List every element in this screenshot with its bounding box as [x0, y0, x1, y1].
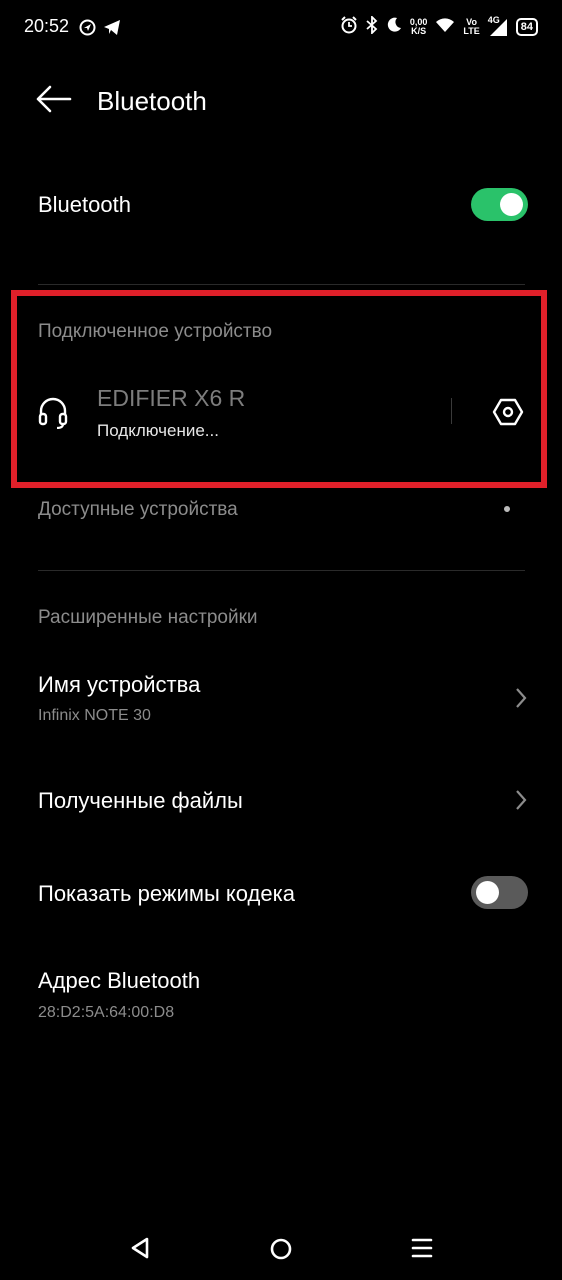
divider — [38, 570, 525, 571]
advanced-section-title: Расширенные настройки — [38, 607, 258, 628]
bluetooth-address-value: 28:D2:5A:64:00:D8 — [38, 1004, 175, 1021]
status-time: 20:52 — [24, 16, 70, 36]
menu-icon — [411, 1238, 433, 1258]
scanning-indicator — [504, 506, 510, 512]
received-files-title: Полученные файлы — [38, 788, 243, 813]
device-name-value: Infinix NOTE 30 — [38, 707, 151, 724]
chevron-right-icon — [514, 789, 528, 811]
battery-icon: 84 — [515, 18, 538, 36]
available-section-title: Доступные устройства — [38, 499, 238, 520]
back-button[interactable] — [34, 84, 72, 114]
bluetooth-address-title: Адрес Bluetooth — [38, 968, 201, 993]
device-name-title: Имя устройства — [38, 672, 201, 697]
signal-icon: 4G — [487, 15, 508, 37]
triangle-back-icon — [131, 1237, 149, 1259]
back-arrow-icon — [36, 85, 72, 113]
bluetooth-toggle[interactable] — [471, 188, 528, 221]
codec-toggle-label[interactable]: Показать режимы кодека — [38, 881, 295, 907]
volte-indicator: Vo LTE — [463, 17, 480, 36]
telegram-icon — [103, 19, 121, 36]
chevron-right-icon — [514, 687, 528, 709]
status-icons: 0,00 K/S Vo LTE 4G 84 — [340, 14, 538, 40]
alarm-icon — [340, 15, 358, 39]
bluetooth-toggle-label[interactable]: Bluetooth — [38, 192, 131, 218]
net-speed: 0,00 K/S — [409, 17, 428, 36]
moon-icon — [386, 17, 402, 38]
nav-back-button[interactable] — [128, 1236, 152, 1260]
highlight-box — [11, 290, 547, 488]
nav-recents-button[interactable] — [410, 1236, 434, 1260]
nav-home-button[interactable] — [269, 1237, 293, 1261]
divider — [38, 284, 525, 285]
network-type: 4G — [487, 15, 500, 25]
codec-toggle[interactable] — [471, 876, 528, 909]
page-title: Bluetooth — [97, 86, 207, 116]
bluetooth-icon — [366, 14, 378, 39]
wifi-icon — [435, 17, 455, 38]
circle-home-icon — [270, 1238, 292, 1260]
location-icon — [79, 19, 96, 36]
